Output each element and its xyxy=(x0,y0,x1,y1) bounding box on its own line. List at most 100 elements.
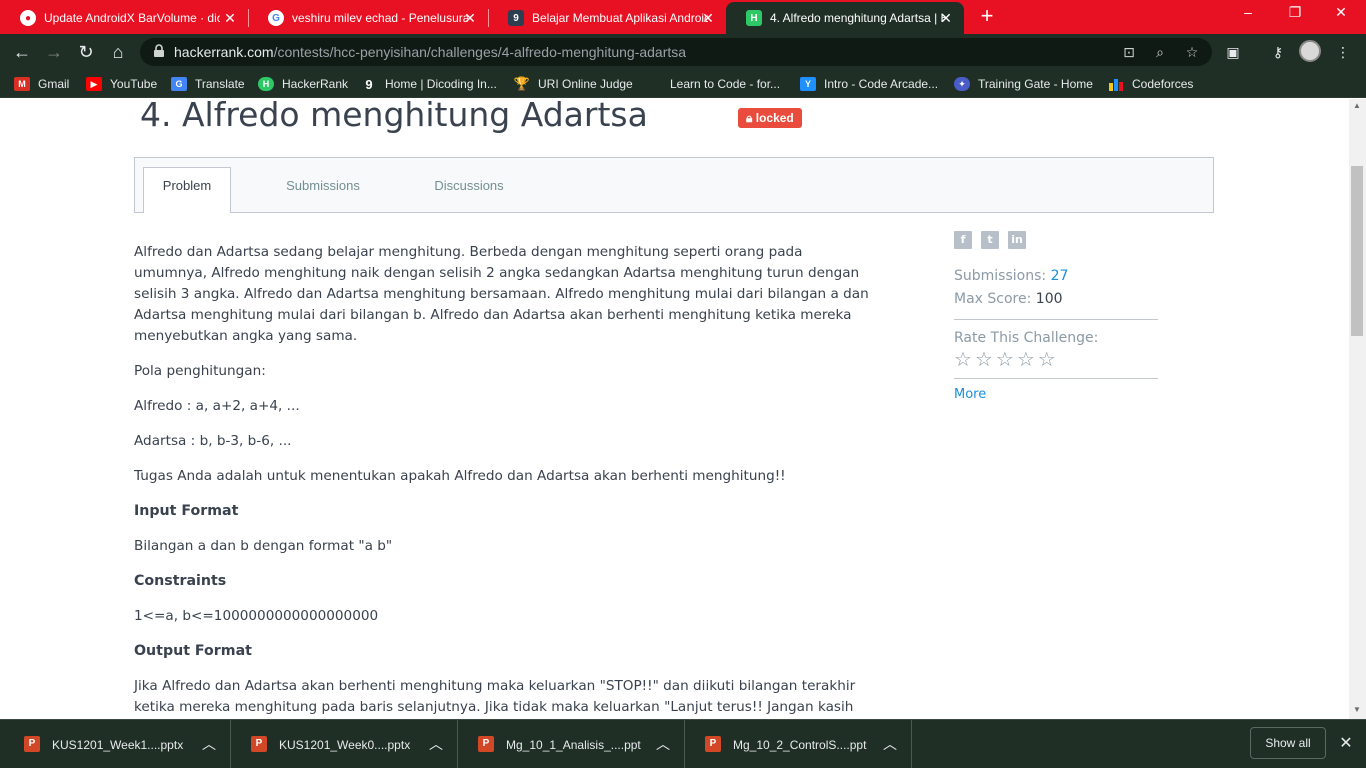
reload-button[interactable]: ↻ xyxy=(75,41,97,63)
back-button[interactable]: ← xyxy=(11,41,33,63)
linkedin-icon[interactable]: in xyxy=(1008,231,1026,249)
bookmark-hackerrank[interactable]: H HackerRank xyxy=(258,76,348,92)
close-icon[interactable]: ✕ xyxy=(938,10,954,26)
problem-paragraph: Alfredo : a, a+2, a+4, ... xyxy=(134,398,300,414)
bookmark-star-icon[interactable]: ☆ xyxy=(1183,43,1201,61)
star-icon[interactable]: ☆ xyxy=(975,349,993,371)
zoom-icon[interactable]: ⌕ xyxy=(1151,43,1169,61)
scroll-up-icon[interactable]: ▲ xyxy=(1353,101,1361,110)
tab-discussions[interactable]: Discussions xyxy=(425,168,513,214)
hackerrank-icon: H xyxy=(746,10,762,26)
github-icon: ● xyxy=(20,10,36,26)
close-downloads-button[interactable]: ✕ xyxy=(1338,733,1354,753)
dicoding-icon: 9 xyxy=(361,77,377,92)
bookmark-label: YouTube xyxy=(110,77,158,91)
codesignal-icon: Y xyxy=(800,77,816,91)
bookmark-translate[interactable]: G Translate xyxy=(171,76,245,92)
tab-title: 4. Alfredo menghitung Adartsa | H xyxy=(770,11,946,25)
input-format-heading: Input Format xyxy=(134,503,239,519)
badge-label: locked xyxy=(755,111,794,125)
url-path: /contests/hcc-penyisihan/challenges/4-al… xyxy=(273,44,687,60)
translate-icon: G xyxy=(171,77,187,91)
browser-tab-dicoding[interactable]: 9 Belajar Membuat Aplikasi Android ✕ xyxy=(488,2,726,34)
bookmark-label: Codeforces xyxy=(1132,77,1194,91)
browser-tab-strip: ● Update AndroidX BarVolume · dic ✕ G ve… xyxy=(0,0,1366,34)
more-link[interactable]: More xyxy=(954,387,1158,402)
scroll-thumb[interactable] xyxy=(1351,166,1363,336)
bookmark-label: Training Gate - Home xyxy=(978,77,1093,91)
submissions-count-link[interactable]: 27 xyxy=(1051,268,1069,284)
tab-title: veshiru milev echad - Penelusuran xyxy=(292,11,468,25)
star-icon[interactable]: ☆ xyxy=(996,349,1014,371)
star-icon[interactable]: ☆ xyxy=(954,349,972,371)
chevron-up-icon[interactable]: ︿ xyxy=(656,734,670,754)
home-button[interactable]: ⌂ xyxy=(107,41,129,63)
browser-tab-github[interactable]: ● Update AndroidX BarVolume · dic ✕ xyxy=(0,2,248,34)
extension-icon[interactable]: ▣ xyxy=(1223,42,1243,62)
bookmark-youtube[interactable]: ▶ YouTube xyxy=(86,76,157,92)
powerpoint-icon: P xyxy=(251,736,267,752)
browser-tab-hackerrank[interactable]: H 4. Alfredo menghitung Adartsa | H ✕ xyxy=(726,2,964,34)
max-score-stat: Max Score: 100 xyxy=(954,291,1158,312)
download-filename: Mg_10_2_ControlS....ppt xyxy=(733,738,867,752)
problem-paragraph: Tugas Anda adalah untuk menentukan apaka… xyxy=(134,468,786,484)
bookmark-training-gate[interactable]: ✦ Training Gate - Home xyxy=(954,76,1093,92)
bookmark-label: Gmail xyxy=(38,77,70,91)
bookmark-gmail[interactable]: M Gmail xyxy=(14,76,69,92)
star-icon[interactable]: ☆ xyxy=(1017,349,1035,371)
rating-stars: ☆ ☆ ☆ ☆ ☆ xyxy=(954,349,1158,371)
chevron-up-icon[interactable]: ︿ xyxy=(429,734,443,754)
translate-icon[interactable]: ⊡ xyxy=(1120,43,1138,61)
sidebar-divider xyxy=(954,319,1158,320)
challenge-title: 4. Alfredo menghitung Adartsa xyxy=(140,99,648,134)
bookmark-dicoding[interactable]: 9 Home | Dicoding In... xyxy=(361,76,497,92)
close-icon[interactable]: ✕ xyxy=(462,10,478,26)
bookmark-codesignal[interactable]: Y Intro - Code Arcade... xyxy=(800,76,938,92)
lock-icon xyxy=(154,44,164,57)
output-format-text: Jika Alfredo dan Adartsa akan berhenti m… xyxy=(134,678,856,715)
bookmark-uri[interactable]: 🏆 URI Online Judge xyxy=(514,76,633,92)
download-item[interactable]: P Mg_10_1_Analisis_....ppt ︿ xyxy=(458,720,685,768)
close-icon[interactable]: ✕ xyxy=(222,10,238,26)
show-all-downloads-button[interactable]: Show all xyxy=(1250,727,1326,759)
forward-button[interactable]: → xyxy=(43,41,65,63)
window-close-button[interactable]: ✕ xyxy=(1326,4,1356,21)
problem-paragraph: Alfredo dan Adartsa sedang belajar mengh… xyxy=(134,244,869,344)
bookmark-freecodecamp[interactable]: Learn to Code - for... xyxy=(646,76,780,92)
page-scrollbar[interactable]: ▲ ▼ xyxy=(1349,99,1366,719)
download-item[interactable]: P Mg_10_2_ControlS....ppt ︿ xyxy=(685,720,912,768)
address-bar[interactable]: hackerrank.com/contests/hcc-penyisihan/c… xyxy=(140,38,1212,66)
download-item[interactable]: P KUS1201_Week0....pptx ︿ xyxy=(231,720,458,768)
star-icon[interactable]: ☆ xyxy=(1038,349,1056,371)
bookmark-codeforces[interactable]: Codeforces xyxy=(1108,76,1193,92)
profile-avatar[interactable] xyxy=(1299,40,1321,62)
submissions-stat: Submissions: 27 xyxy=(954,268,1158,289)
key-icon[interactable]: ⚷ xyxy=(1268,42,1288,62)
lock-icon: 🔒︎ xyxy=(746,111,753,125)
close-icon[interactable]: ✕ xyxy=(700,10,716,26)
download-item[interactable]: P KUS1201_Week1....pptx ︿ xyxy=(4,720,231,768)
menu-icon[interactable]: ⋮ xyxy=(1333,42,1353,62)
tab-problem[interactable]: Problem xyxy=(143,167,231,213)
new-tab-button[interactable]: + xyxy=(976,5,998,28)
bookmark-label: URI Online Judge xyxy=(538,77,633,91)
codeforces-icon xyxy=(1108,77,1124,91)
download-filename: Mg_10_1_Analisis_....ppt xyxy=(506,738,641,752)
max-score-value: 100 xyxy=(1035,291,1063,307)
browser-tab-google[interactable]: G veshiru milev echad - Penelusuran ✕ xyxy=(248,2,488,34)
challenge-tabs: Problem Submissions Discussions xyxy=(134,157,1214,213)
chevron-up-icon[interactable]: ︿ xyxy=(883,734,897,754)
locked-badge: 🔒︎ locked xyxy=(738,108,802,128)
downloads-shelf: P KUS1201_Week1....pptx ︿ P KUS1201_Week… xyxy=(0,719,1366,768)
problem-paragraph: Adartsa : b, b-3, b-6, ... xyxy=(134,433,292,449)
minimize-button[interactable]: – xyxy=(1233,4,1263,20)
chevron-up-icon[interactable]: ︿ xyxy=(202,734,216,754)
google-icon: G xyxy=(268,10,284,26)
scroll-down-icon[interactable]: ▼ xyxy=(1353,705,1361,714)
twitter-icon[interactable]: t xyxy=(981,231,999,249)
gmail-icon: M xyxy=(14,77,30,91)
facebook-icon[interactable]: f xyxy=(954,231,972,249)
maximize-button[interactable]: ❐ xyxy=(1280,4,1310,21)
tab-submissions[interactable]: Submissions xyxy=(275,168,371,214)
url-text: hackerrank.com/contests/hcc-penyisihan/c… xyxy=(174,44,686,60)
